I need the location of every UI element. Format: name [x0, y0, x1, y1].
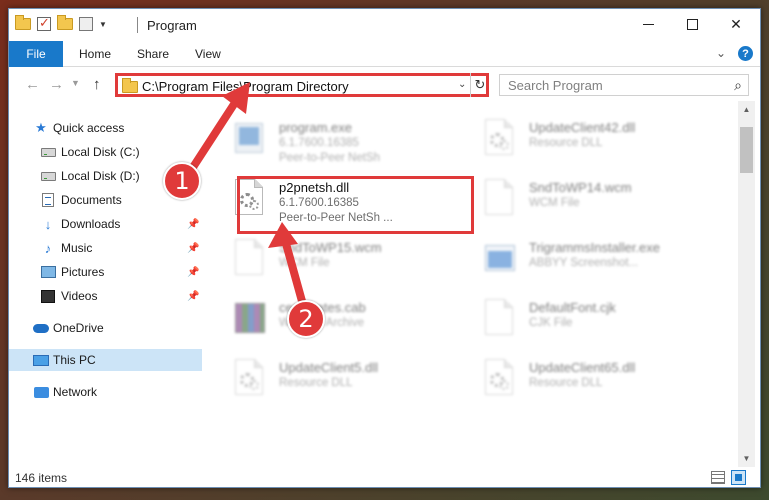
- search-placeholder: Search Program: [508, 78, 603, 93]
- address-path[interactable]: C:\Program Files\Program Directory: [142, 79, 349, 94]
- large-icons-view-icon[interactable]: [731, 470, 746, 485]
- blank-file-icon: [235, 239, 265, 277]
- pictures-icon: [40, 265, 56, 279]
- exe-icon: [235, 119, 265, 157]
- title-bar: ▼ Program ✕: [9, 9, 760, 41]
- minimize-button[interactable]: [626, 9, 670, 39]
- ribbon-tabs: File Home Share View ⌄ ?: [9, 41, 760, 67]
- maximize-icon: [686, 18, 698, 30]
- sidebar-item-pictures[interactable]: Pictures 📌: [9, 261, 202, 283]
- sidebar-item-downloads[interactable]: ↓ Downloads 📌: [9, 213, 202, 235]
- search-input[interactable]: Search Program ⌕: [499, 74, 749, 96]
- navigation-pane: ★ Quick access Local Disk (C:) Local Dis…: [9, 101, 202, 467]
- file-item[interactable]: SndToWP14.wcm WCM File: [461, 175, 701, 231]
- highlight-box: [237, 176, 474, 234]
- file-item[interactable]: TrigrammsInstaller.exe ABBYY Screenshot.…: [461, 235, 701, 291]
- address-bar[interactable]: C:\Program Files\Program Directory ⌄ ↻: [115, 73, 489, 97]
- vertical-scrollbar[interactable]: ▲ ▼: [738, 101, 755, 467]
- tab-share[interactable]: Share: [137, 47, 169, 61]
- file-item[interactable]: program.exe 6.1.7600.16385 Peer-to-Peer …: [211, 115, 451, 171]
- file-item[interactable]: DefaultFont.cjk CJK File: [461, 295, 701, 351]
- file-list: program.exe 6.1.7600.16385 Peer-to-Peer …: [211, 101, 736, 467]
- folder-icon: [15, 15, 31, 30]
- customize-icon[interactable]: [79, 17, 93, 31]
- sidebar-item-local-disk-c[interactable]: Local Disk (C:): [9, 141, 202, 163]
- sidebar-item-quick-access[interactable]: ★ Quick access: [9, 117, 202, 139]
- status-bar: 146 items: [9, 467, 760, 487]
- close-icon: ✕: [730, 15, 742, 32]
- step-1-badge: 1: [163, 162, 201, 200]
- music-note-icon: ♪: [44, 240, 52, 256]
- computer-icon: [33, 353, 49, 367]
- network-icon: [33, 385, 49, 399]
- qat-dropdown-icon[interactable]: ▼: [99, 20, 107, 29]
- pin-icon[interactable]: 📌: [187, 291, 199, 302]
- title-separator: [137, 17, 138, 33]
- file-item[interactable]: UpdateClient65.dll Resource DLL: [461, 355, 701, 411]
- pin-icon[interactable]: 📌: [187, 219, 199, 230]
- drive-icon: [40, 145, 56, 159]
- new-folder-icon[interactable]: [57, 15, 73, 30]
- help-icon[interactable]: ?: [738, 46, 753, 61]
- star-icon: ★: [35, 120, 47, 135]
- dll-gear-icon: [485, 119, 515, 157]
- scroll-up-icon[interactable]: ▲: [738, 101, 755, 118]
- items-count: 146 items: [15, 471, 68, 485]
- forward-arrow-icon[interactable]: →: [49, 76, 64, 93]
- step-2-badge: 2: [287, 300, 325, 338]
- pin-icon[interactable]: 📌: [187, 243, 199, 254]
- up-arrow-icon[interactable]: ↑: [93, 76, 101, 93]
- scroll-down-icon[interactable]: ▼: [738, 450, 755, 467]
- close-button[interactable]: ✕: [714, 9, 758, 39]
- tab-home[interactable]: Home: [79, 47, 111, 61]
- tab-file[interactable]: File: [9, 41, 63, 67]
- maximize-button[interactable]: [670, 9, 714, 39]
- sidebar-item-onedrive[interactable]: OneDrive: [9, 317, 202, 339]
- file-item[interactable]: UpdateClient5.dll Resource DLL: [211, 355, 451, 411]
- cloud-icon: [33, 321, 49, 335]
- sidebar-item-network[interactable]: Network: [9, 381, 202, 403]
- file-item[interactable]: UpdateClient42.dll Resource DLL: [461, 115, 701, 171]
- properties-check-icon[interactable]: [37, 15, 51, 31]
- minimize-icon: [642, 23, 654, 25]
- installer-icon: [485, 239, 515, 277]
- drive-icon: [40, 169, 56, 183]
- sidebar-item-music[interactable]: ♪ Music 📌: [9, 237, 202, 259]
- expand-ribbon-icon[interactable]: ⌄: [716, 46, 726, 60]
- videos-icon: [40, 289, 56, 303]
- window-title: Program: [147, 18, 197, 33]
- dll-gear-icon: [235, 359, 265, 397]
- file-item[interactable]: certificates.cab WinRAR Archive: [211, 295, 451, 351]
- address-dropdown-icon[interactable]: ⌄: [458, 79, 466, 90]
- navigation-bar: ← → ▼ ↑ C:\Program Files\Program Directo…: [9, 67, 760, 101]
- scroll-thumb[interactable]: [740, 127, 753, 173]
- details-view-icon[interactable]: [711, 471, 725, 484]
- search-icon[interactable]: ⌕: [734, 77, 742, 94]
- tab-view[interactable]: View: [195, 47, 221, 61]
- quick-access-toolbar: ▼: [15, 15, 107, 31]
- sidebar-item-this-pc[interactable]: This PC: [9, 349, 202, 371]
- sidebar-item-videos[interactable]: Videos 📌: [9, 285, 202, 307]
- download-arrow-icon: ↓: [44, 216, 52, 232]
- recent-locations-icon[interactable]: ▼: [71, 78, 80, 88]
- explorer-window: ▼ Program ✕ File Home Share View ⌄ ? ← →…: [8, 8, 761, 488]
- pin-icon[interactable]: 📌: [187, 267, 199, 278]
- back-arrow-icon[interactable]: ←: [25, 76, 40, 93]
- archive-icon: [235, 299, 265, 337]
- refresh-icon[interactable]: ↻: [470, 73, 489, 97]
- dll-gear-icon: [485, 359, 515, 397]
- documents-icon: [40, 193, 56, 207]
- blank-file-icon: [485, 179, 515, 217]
- file-item[interactable]: SndToWP15.wcm WCM File: [211, 235, 451, 291]
- blank-file-icon: [485, 299, 515, 337]
- address-folder-icon: [122, 78, 138, 93]
